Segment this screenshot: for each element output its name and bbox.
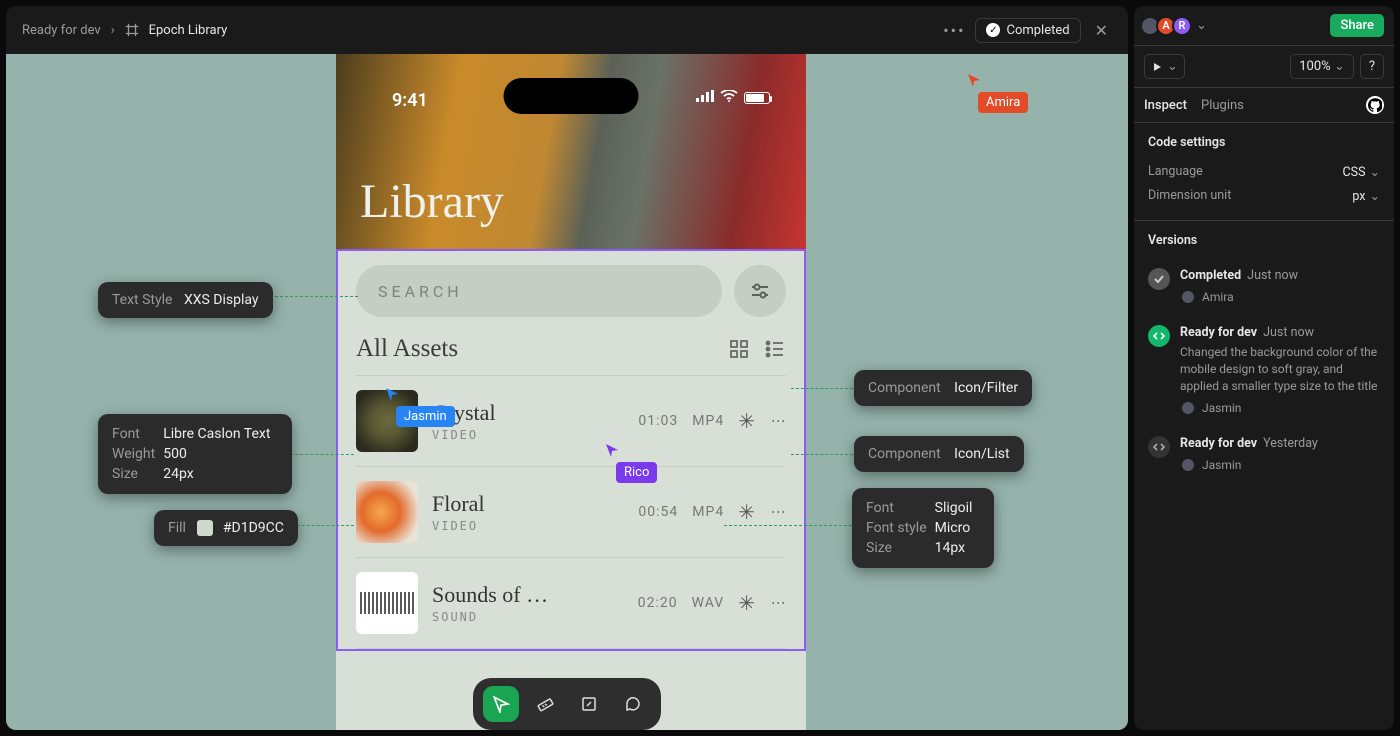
chevron-right-icon: ›: [111, 23, 115, 38]
frame-icon: [125, 23, 139, 37]
asset-thumbnail: [356, 481, 418, 543]
list-view-button[interactable]: [764, 338, 786, 360]
hero-title: Library: [360, 174, 504, 229]
tab-plugins[interactable]: Plugins: [1201, 98, 1244, 113]
share-button[interactable]: Share: [1330, 14, 1384, 37]
setting-label: Dimension unit: [1148, 188, 1231, 204]
section-heading: Code settings: [1148, 135, 1380, 150]
check-icon: [1148, 268, 1170, 290]
status-pill[interactable]: ✓ Completed: [975, 18, 1080, 43]
item-menu-button[interactable]: ⋮: [770, 505, 786, 520]
star-icon[interactable]: ✳: [738, 500, 756, 524]
help-button[interactable]: ?: [1360, 54, 1384, 79]
breadcrumb-current[interactable]: Epoch Library: [149, 23, 228, 38]
grid-view-button[interactable]: [728, 338, 750, 360]
unit-select[interactable]: px ⌄: [1352, 188, 1380, 204]
battery-icon: [744, 92, 770, 104]
asset-kind: VIDEO: [432, 519, 638, 533]
zoom-select[interactable]: 100% ⌄: [1290, 54, 1354, 79]
asset-name: Crystal: [432, 400, 638, 426]
asset-kind: VIDEO: [432, 428, 638, 442]
cursor-amira: Amira: [966, 72, 1028, 113]
tab-inspect[interactable]: Inspect: [1144, 98, 1187, 113]
status-label: Completed: [1006, 23, 1069, 38]
setting-label: Language: [1148, 164, 1203, 180]
cursor-jasmin: Jasmin: [384, 386, 455, 427]
item-menu-button[interactable]: ⋮: [770, 414, 786, 429]
cursor-rico: Rico: [604, 442, 657, 483]
dev-icon: [1148, 436, 1170, 458]
more-menu-button[interactable]: •••: [943, 21, 965, 40]
tooltip-fill: Fill #D1D9CC: [154, 510, 298, 546]
statusbar-icons: [696, 90, 770, 106]
asset-duration: 01:03: [638, 413, 678, 429]
avatar-stack[interactable]: A R: [1144, 16, 1192, 36]
asset-duration: 02:20: [638, 595, 678, 611]
tooltip-component-list: Component Icon/List: [854, 436, 1024, 472]
section-title: All Assets: [356, 335, 458, 363]
mobile-body-selected[interactable]: SEARCH All Assets: [336, 249, 806, 651]
asset-format: MP4: [692, 504, 724, 520]
github-icon[interactable]: [1366, 96, 1384, 114]
chevron-down-icon[interactable]: ⌄: [1196, 18, 1207, 33]
version-item[interactable]: Ready for devJust now Changed the backgr…: [1148, 315, 1380, 426]
asset-format: MP4: [692, 413, 724, 429]
version-description: Changed the background color of the mobi…: [1180, 344, 1380, 394]
item-menu-button[interactable]: ⋮: [770, 596, 786, 611]
breadcrumb-parent[interactable]: Ready for dev: [22, 23, 101, 38]
avatar[interactable]: R: [1172, 16, 1192, 36]
floating-toolbar: [473, 678, 661, 730]
star-icon[interactable]: ✳: [738, 591, 756, 615]
annotate-tool-button[interactable]: [571, 686, 607, 722]
filter-button[interactable]: [734, 265, 786, 317]
tooltip-font-1: FontLibre Caslon Text Weight500 Size24px: [98, 414, 292, 494]
language-select[interactable]: CSS ⌄: [1343, 164, 1380, 180]
code-settings-section: Code settings Language CSS ⌄ Dimension u…: [1134, 123, 1394, 221]
select-tool-button[interactable]: [483, 686, 519, 722]
prototype-play-button[interactable]: ⌄: [1144, 54, 1185, 79]
inspector-panel: A R ⌄ Share ⌄ 100% ⌄ ? Inspect Plugins C…: [1134, 6, 1394, 730]
versions-section: Versions CompletedJust now Amira Ready f…: [1134, 221, 1394, 495]
device-notch: [504, 78, 639, 114]
asset-name: Floral: [432, 491, 638, 517]
star-icon[interactable]: ✳: [738, 409, 756, 433]
asset-duration: 00:54: [638, 504, 678, 520]
chevron-down-icon: ⌄: [1167, 59, 1178, 74]
tooltip-font-2: FontSligoil Font styleMicro Size14px: [852, 488, 994, 568]
asset-item[interactable]: Floral VIDEO 00:54 MP4 ✳ ⋮: [356, 467, 786, 558]
canvas-header: Ready for dev › Epoch Library ••• ✓ Comp…: [6, 6, 1128, 54]
tooltip-text-style: Text Style XXS Display: [98, 282, 273, 318]
presence-bar: A R ⌄ Share: [1134, 6, 1394, 46]
hero-image: 9:41 Library: [336, 54, 806, 249]
asset-name: Sounds of …: [432, 582, 638, 608]
wifi-icon: [720, 90, 738, 106]
statusbar-time: 9:41: [392, 90, 428, 111]
dev-icon: [1148, 325, 1170, 347]
asset-kind: SOUND: [432, 610, 638, 624]
fill-swatch: [197, 520, 213, 536]
section-heading: Versions: [1148, 233, 1380, 248]
check-icon: ✓: [986, 23, 1000, 37]
asset-item[interactable]: Sounds of … SOUND 02:20 WAV ✳ ⋮: [356, 558, 786, 649]
comment-tool-button[interactable]: [615, 686, 651, 722]
cellular-icon: [696, 90, 714, 106]
version-item[interactable]: CompletedJust now Amira: [1148, 258, 1380, 315]
asset-format: WAV: [692, 595, 725, 611]
design-canvas[interactable]: Text Style XXS Display FontLibre Caslon …: [6, 54, 1128, 730]
asset-thumbnail: [356, 572, 418, 634]
measure-tool-button[interactable]: [527, 686, 563, 722]
canvas-panel: Ready for dev › Epoch Library ••• ✓ Comp…: [6, 6, 1128, 730]
version-item[interactable]: Ready for devYesterday Jasmin: [1148, 426, 1380, 483]
tooltip-component-filter: Component Icon/Filter: [854, 370, 1032, 406]
search-input[interactable]: SEARCH: [356, 265, 722, 317]
close-button[interactable]: ✕: [1091, 21, 1112, 40]
